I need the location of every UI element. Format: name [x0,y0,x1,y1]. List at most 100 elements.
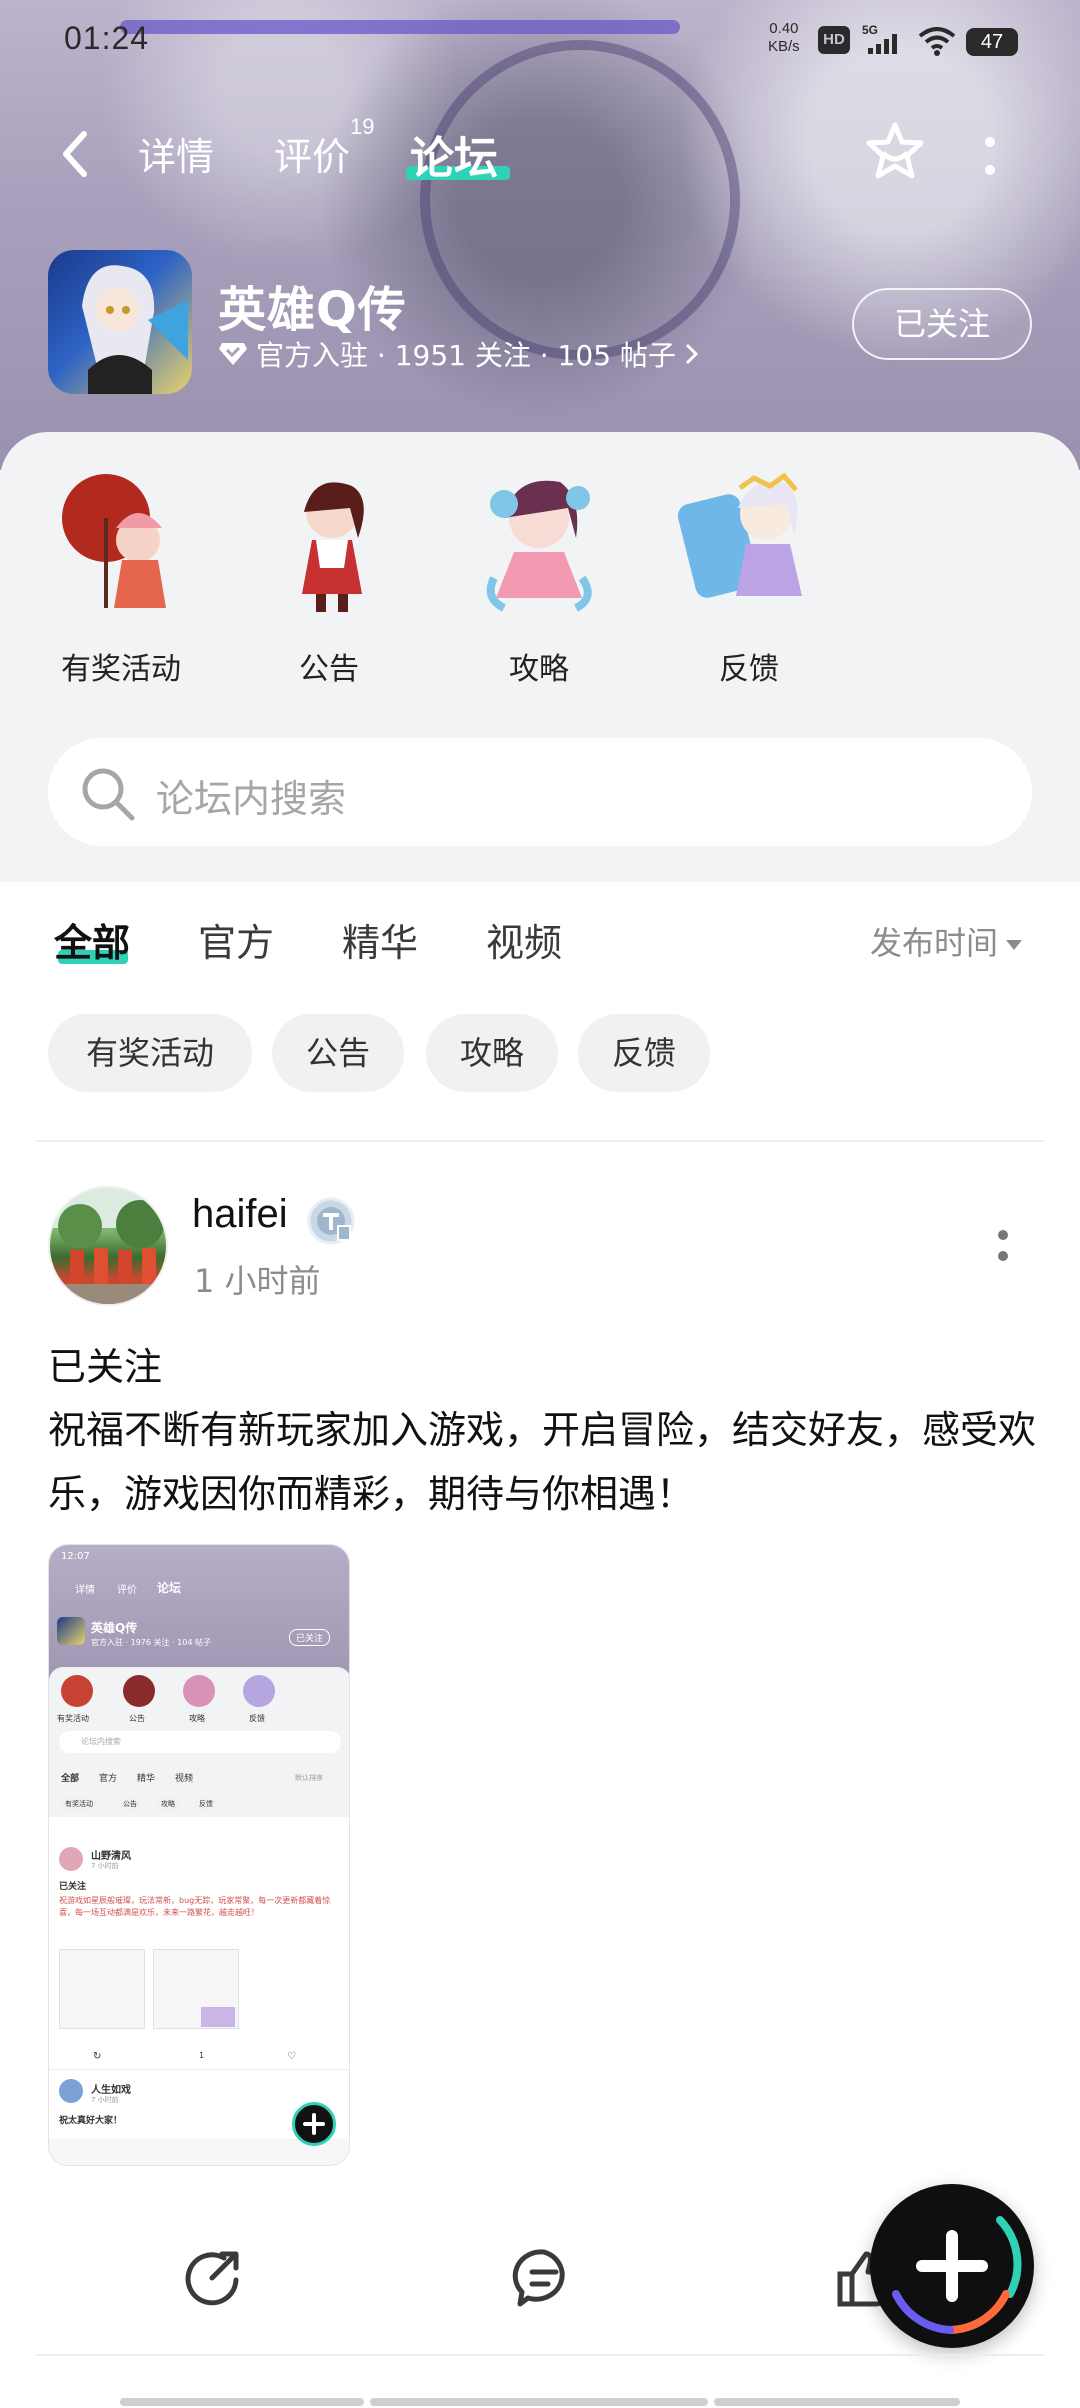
thumb-cat-art [61,1675,93,1707]
banner-art-arc [420,40,740,360]
status-time: 01:24 [64,20,150,56]
thumb-like-icon: ♡ [287,2051,296,2062]
thumb-chip: 反馈 [195,1797,217,1811]
thumb-game-name: 英雄Q传 [91,1621,138,1635]
thumb-tab: 详情 [75,1585,95,1596]
thumb-divider [49,2069,349,2070]
category-feedback[interactable]: 反馈 [664,468,834,688]
category-guides-art [464,468,614,618]
thumb-time: 12:07 [61,1551,90,1562]
chip-guides[interactable]: 攻略 [426,1014,558,1092]
post-body: 祝福不断有新玩家加入游戏，开启冒险，结交好友，感受欢乐，游戏因你而精彩，期待与你… [48,1408,1037,1516]
more-icon[interactable] [980,132,1000,182]
game-icon [48,250,192,394]
game-icon-art [82,265,188,394]
status-bar: 01:24 0.40 KB/s HD 5G 47 [0,0,1080,80]
forum-search-bar[interactable]: 论坛内搜索 [48,738,1032,846]
category-rewards-art [46,468,196,618]
tab-details[interactable]: 详情 [138,126,214,181]
thumb-cat-label: 有奖活动 [57,1714,89,1723]
post-image[interactable]: 12:07 详情 评价 论坛 英雄Q传 官方入驻 · 1976 关注 · 104… [48,1544,350,2166]
thumb-post-image [59,1949,145,2029]
category-rewards[interactable]: 有奖活动 [36,468,206,688]
chip-rewards[interactable]: 有奖活动 [48,1014,252,1092]
chip-announcements[interactable]: 公告 [272,1014,404,1092]
network-type: 5G [862,23,878,37]
plus-icon [892,2216,1022,2334]
comment-icon[interactable] [512,2246,576,2310]
thumb-cat-label: 攻略 [189,1714,205,1723]
thumb-tab: 论坛 [157,1581,182,1595]
caret-down-icon [1006,940,1023,950]
category-label: 攻略 [509,652,569,687]
post-more-icon[interactable] [996,1228,1010,1264]
category-label: 公告 [299,652,359,687]
thumb-cat-art [123,1675,155,1707]
thumb-search: 论坛内搜索 [59,1731,341,1753]
scroll-indicator [120,2398,364,2406]
thumb-avatar [59,1847,83,1871]
favorite-star-icon[interactable] [862,120,928,186]
scroll-indicator [714,2398,960,2406]
thumb-header [49,1545,349,1687]
category-feedback-art [674,468,824,618]
user-level-badge-icon [307,1197,355,1245]
thumb-post-time: 7 小时前 [91,1862,119,1870]
thumb-post-body: 祝游戏如星辰般璀璨，玩法常新，bug无踪，玩家常聚，每一次更新都藏着惊喜，每一场… [59,1896,331,1917]
game-name: 英雄Q传 [218,282,407,338]
sort-dropdown[interactable]: 发布时间 [870,918,1023,964]
thumb-sort: 默认排序 [295,1774,323,1782]
reviews-count-badge: 19 [350,114,375,139]
filter-tab-featured[interactable]: 精华 [342,912,418,967]
filter-tab-official[interactable]: 官方 [198,912,274,967]
category-announcements[interactable]: 公告 [244,468,414,688]
thumb-avatar [59,2079,83,2103]
thumb-post-image-art [201,2007,235,2027]
category-announcements-art [254,468,404,618]
net-speed-unit: KB/s [768,38,800,55]
thumb-share-icon: ↻ [93,2051,102,2062]
thumb-cat-art [183,1675,215,1707]
thumb-cat-art [243,1675,275,1707]
thumb-fab-plus-icon [292,2102,336,2146]
chevron-right-icon [685,343,699,365]
search-input[interactable]: 论坛内搜索 [156,768,346,823]
thumb-filter-tab: 视频 [175,1774,194,1784]
hd-icon: HD [818,26,850,54]
filter-tab-video[interactable]: 视频 [486,912,562,967]
thumb-filter-tab: 全部 [61,1774,80,1784]
wifi-icon [918,27,956,56]
follow-button[interactable]: 已关注 [852,288,1032,360]
game-meta[interactable]: 官方入驻 · 1951 关注 · 105 帖子 [218,334,700,374]
thumb-filter-tab: 精华 [137,1774,156,1784]
signal-icon: 5G [862,23,897,54]
category-guides[interactable]: 攻略 [454,468,624,688]
battery-indicator: 47 [966,28,1018,56]
tab-reviews[interactable]: 评价 [274,126,350,181]
category-label: 有奖活动 [61,652,181,687]
create-post-button[interactable] [870,2184,1034,2348]
back-icon[interactable] [56,126,96,182]
game-meta-text: 官方入驻 · 1951 关注 · 105 帖子 [256,339,676,372]
thumb-chip: 攻略 [157,1797,179,1811]
category-label: 反馈 [719,652,779,687]
status-net-speed: 0.40 KB/s [768,20,800,56]
thumb-cat-label: 反馈 [249,1714,265,1723]
post-username[interactable]: haifei [192,1192,288,1237]
thumb-post-user: 山野清风 [91,1851,131,1862]
share-icon[interactable] [180,2246,244,2310]
post-time: 1 小时前 [194,1262,321,1300]
thumb-game-icon [57,1617,85,1645]
tab-forum[interactable]: 论坛 [410,122,498,186]
thumb-comment-count: 1 [199,2051,205,2060]
avatar-art [50,1188,166,1304]
thumb-meta: 官方入驻 · 1976 关注 · 104 帖子 [91,1638,211,1647]
avatar[interactable] [48,1186,168,1306]
thumb-post-time: 7 小时前 [91,2096,119,2104]
filter-tab-all[interactable]: 全部 [54,912,130,967]
thumb-search-text: 论坛内搜索 [81,1737,121,1746]
sort-label: 发布时间 [870,924,999,962]
chip-feedback[interactable]: 反馈 [578,1014,710,1092]
thumb-chip: 公告 [119,1797,141,1811]
thumb-cat-label: 公告 [129,1714,145,1723]
